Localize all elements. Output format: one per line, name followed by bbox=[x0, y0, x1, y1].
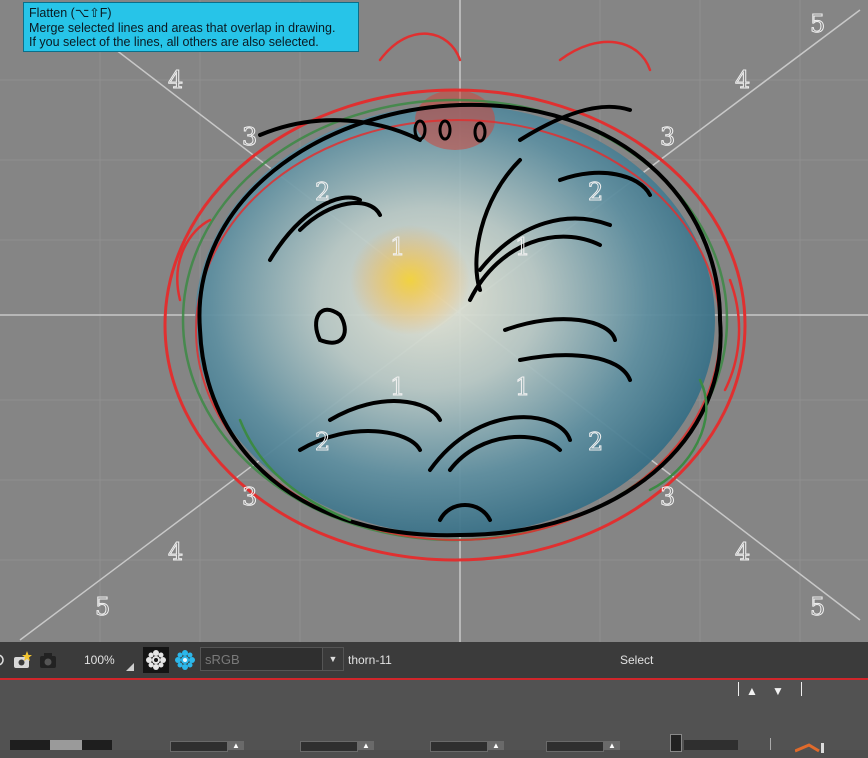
guide-label: 2 bbox=[588, 178, 603, 206]
panel-stepper-1[interactable]: ▲ bbox=[228, 741, 244, 750]
panel-field-1[interactable] bbox=[170, 741, 228, 752]
panel-field-4[interactable] bbox=[546, 741, 604, 752]
pen-tool-icon[interactable] bbox=[794, 740, 825, 753]
status-bar: 100% sRGB ▼ thorn-11 Select bbox=[0, 642, 868, 680]
guide-label: 3 bbox=[242, 483, 257, 511]
guide-label: 5 bbox=[810, 10, 825, 38]
guide-label: 1 bbox=[515, 373, 530, 401]
guide-label: 4 bbox=[168, 66, 183, 94]
guide-label: 3 bbox=[242, 123, 257, 151]
panel-up-button[interactable]: ▲ bbox=[739, 684, 765, 698]
blue-flower-icon[interactable] bbox=[172, 647, 198, 673]
guide-label: 4 bbox=[735, 66, 750, 94]
panel-stepper-2[interactable]: ▲ bbox=[358, 741, 374, 750]
canvas-artwork: 1 1 1 1 2 2 2 2 3 3 3 3 4 4 4 4 5 5 5 bbox=[0, 0, 868, 642]
panel-stepper-3[interactable]: ▲ bbox=[488, 741, 504, 750]
guide-label: 1 bbox=[515, 233, 530, 261]
guide-label: 2 bbox=[588, 428, 603, 456]
guide-label: 3 bbox=[660, 123, 675, 151]
panel-nav: ▲ ▼ bbox=[738, 682, 802, 698]
color-swatch-bar[interactable] bbox=[10, 740, 112, 750]
tooltip-line-2: If you select of the lines, all others a… bbox=[29, 35, 319, 49]
guide-label: 1 bbox=[390, 373, 405, 401]
dropdown-arrow-icon[interactable]: ▼ bbox=[322, 648, 343, 670]
panel-stepper-4[interactable]: ▲ bbox=[604, 741, 620, 750]
drawing-canvas[interactable]: 1 1 1 1 2 2 2 2 3 3 3 3 4 4 4 4 5 5 5 Fl… bbox=[0, 0, 868, 642]
panel-field-2[interactable] bbox=[300, 741, 358, 752]
guide-label: 2 bbox=[315, 178, 330, 206]
slider-handle[interactable] bbox=[670, 734, 682, 752]
guide-label: 3 bbox=[660, 483, 675, 511]
tooltip-line-1: Merge selected lines and areas that over… bbox=[29, 20, 336, 35]
guide-label: 2 bbox=[315, 428, 330, 456]
yellow-highlight bbox=[350, 225, 470, 335]
drawing-name: thorn-11 bbox=[348, 653, 392, 667]
guide-label: 4 bbox=[168, 538, 183, 566]
color-swatch[interactable] bbox=[50, 740, 82, 750]
flatten-tooltip: Flatten (⌥⇧F) Merge selected lines and a… bbox=[23, 2, 359, 52]
camera-star-icon[interactable] bbox=[12, 650, 32, 670]
color-profile-select[interactable]: sRGB ▼ bbox=[200, 647, 344, 671]
panel-field-5[interactable] bbox=[684, 740, 738, 750]
gear-flower-icon[interactable] bbox=[143, 647, 169, 673]
guide-label: 5 bbox=[95, 593, 110, 621]
zoom-menu-icon[interactable] bbox=[126, 658, 134, 671]
tooltip-title: Flatten (⌥⇧F) bbox=[29, 6, 112, 20]
guide-label: 1 bbox=[390, 233, 405, 261]
panel-field-3[interactable] bbox=[430, 741, 488, 752]
zoom-level[interactable]: 100% bbox=[84, 653, 115, 667]
divider bbox=[770, 738, 771, 750]
tool-mode: Select bbox=[620, 653, 654, 667]
guide-label: 4 bbox=[735, 538, 750, 566]
color-profile-value: sRGB bbox=[205, 652, 240, 667]
camera-icon[interactable] bbox=[38, 650, 58, 670]
guide-label: 5 bbox=[810, 593, 825, 621]
panel-down-button[interactable]: ▼ bbox=[765, 684, 791, 698]
bottom-panel: ▲ ▼ ▲ ▲ ▲ ▲ bbox=[0, 680, 868, 753]
